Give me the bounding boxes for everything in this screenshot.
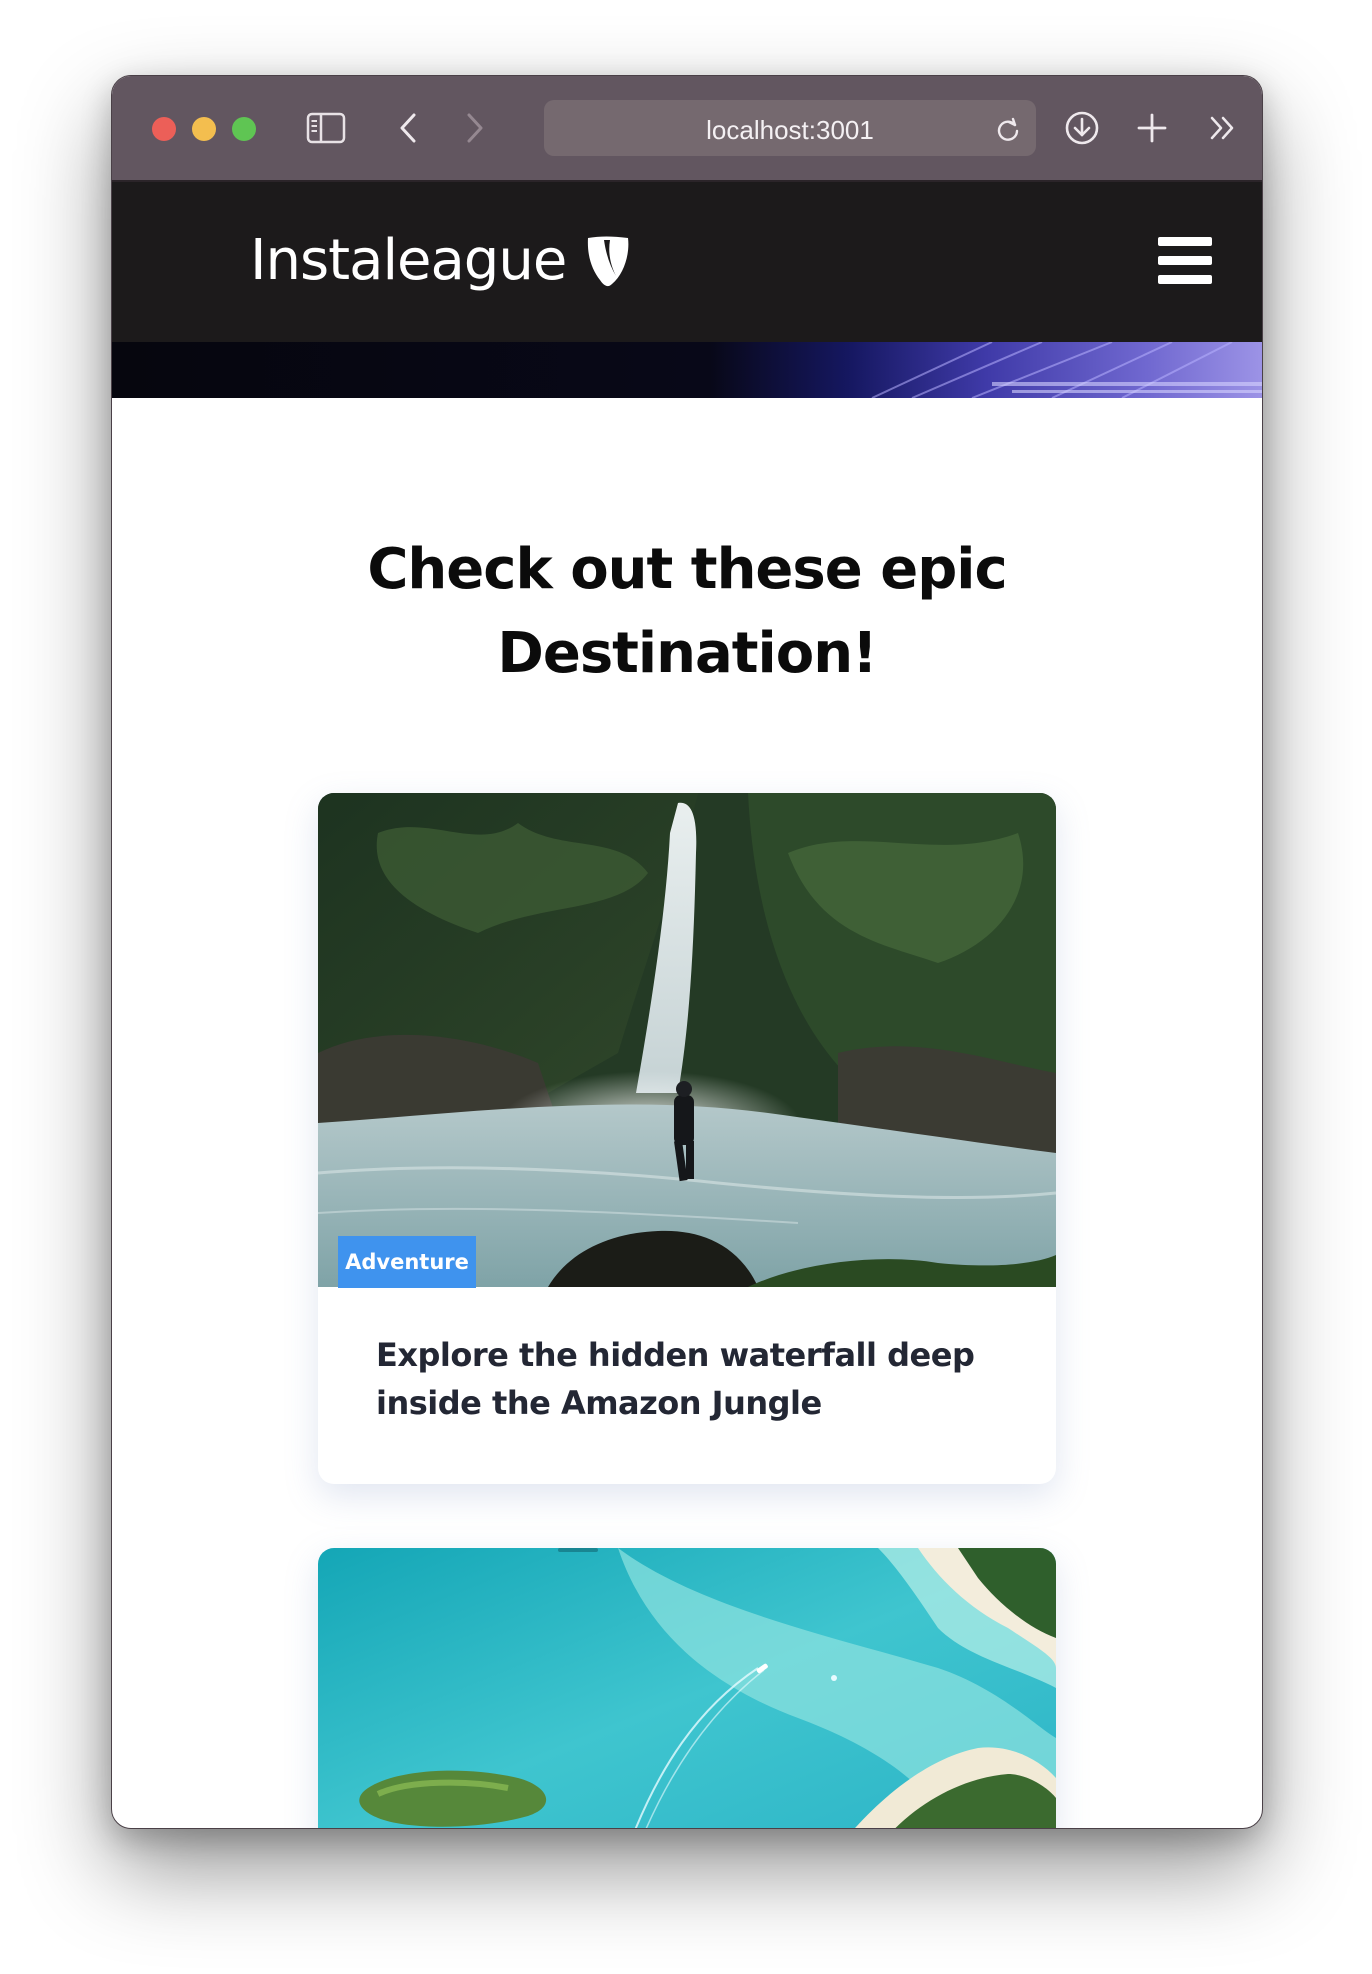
browser-toolbar: localhost:3001	[112, 76, 1262, 182]
section-heading: Check out these epic Destination!	[112, 528, 1262, 696]
minimize-window-button[interactable]	[192, 117, 216, 141]
forward-arrow-icon[interactable]	[463, 110, 487, 146]
destination-card[interactable]: Adventure Explore the hidden waterfall d…	[318, 793, 1056, 1484]
hero-banner-pattern	[871, 342, 1262, 398]
site-logo-text[interactable]: Instaleague	[250, 228, 567, 293]
double-chevron-right-icon[interactable]	[1208, 114, 1238, 142]
category-tag[interactable]: Adventure	[338, 1236, 476, 1288]
back-arrow-icon[interactable]	[396, 110, 420, 146]
hero-banner-image	[112, 342, 1262, 398]
typo3-logo-icon[interactable]	[582, 234, 634, 288]
plus-icon[interactable]	[1136, 112, 1168, 144]
destination-card[interactable]	[318, 1548, 1056, 1829]
section-heading-line-2: Destination!	[497, 621, 877, 686]
section-heading-line-1: Check out these epic	[367, 537, 1007, 602]
card-title[interactable]: Explore the hidden waterfall deep inside…	[376, 1331, 996, 1427]
reload-icon[interactable]	[994, 115, 1022, 143]
close-window-button[interactable]	[152, 117, 176, 141]
browser-window: localhost:3001 Instaleague Check out the…	[111, 75, 1263, 1829]
zoom-window-button[interactable]	[232, 117, 256, 141]
aerial-beach-lagoon-photo[interactable]	[318, 1548, 1056, 1829]
address-bar[interactable]: localhost:3001	[544, 100, 1036, 156]
download-icon[interactable]	[1064, 110, 1100, 146]
site-header: Instaleague	[112, 182, 1262, 342]
hamburger-menu-button[interactable]	[1158, 237, 1212, 285]
waterfall-photo[interactable]	[318, 793, 1056, 1287]
url-text[interactable]: localhost:3001	[544, 115, 1036, 146]
sidebar-toggle-icon[interactable]	[306, 112, 346, 144]
